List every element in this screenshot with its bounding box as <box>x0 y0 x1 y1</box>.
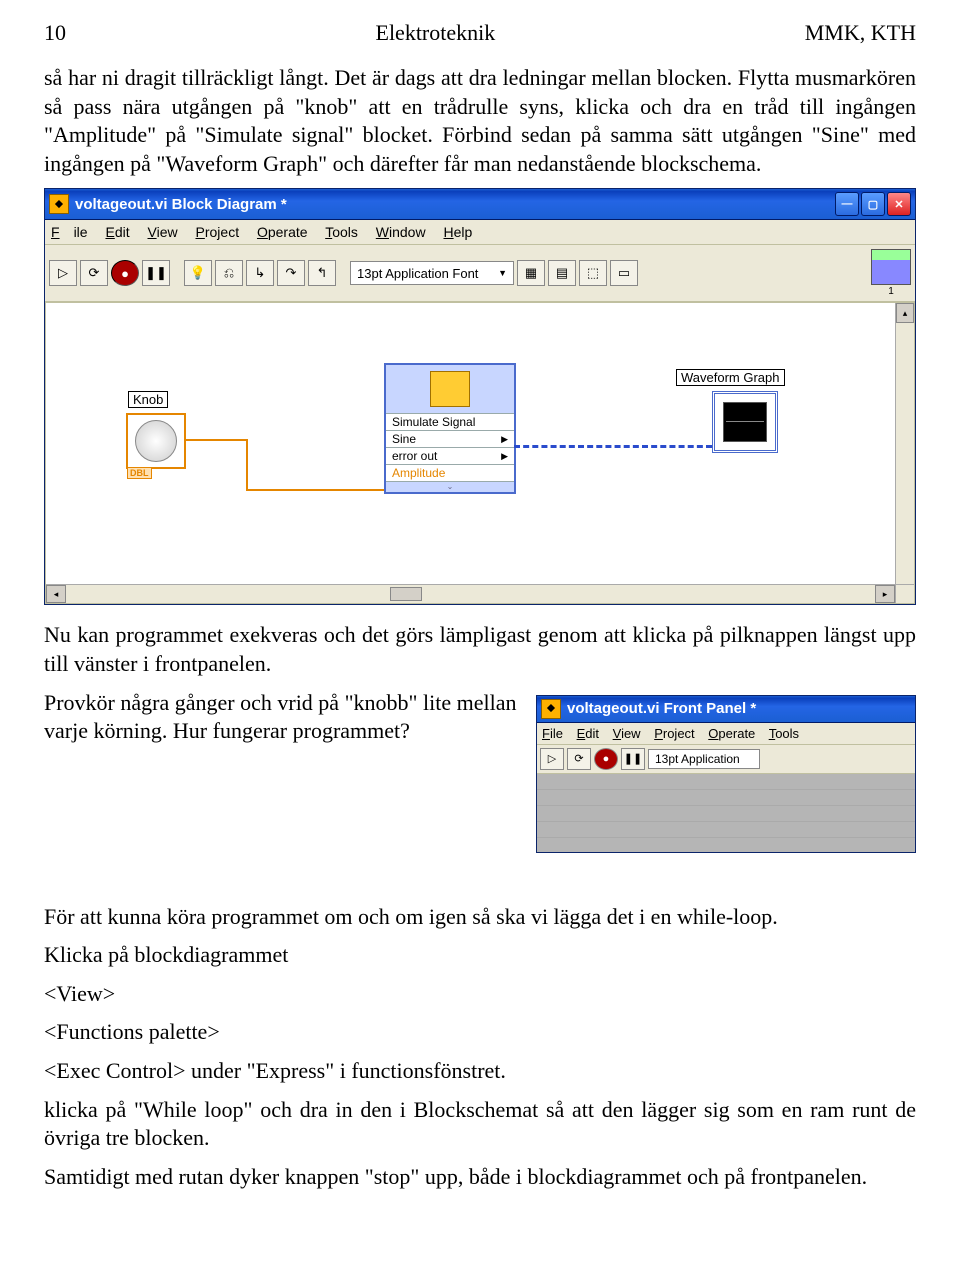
menu-bar: File Edit View Project Operate Tools Win… <box>45 220 915 245</box>
knob-terminal[interactable]: Knob DBL <box>126 413 186 469</box>
wire-amplitude <box>184 439 248 441</box>
scroll-up-icon[interactable]: ▴ <box>896 303 914 323</box>
titlebar-2[interactable]: ⬥ voltageout.vi Front Panel * <box>537 696 915 723</box>
knob-icon <box>135 420 177 462</box>
page-header: 10 Elektroteknik MMK, KTH <box>44 20 916 46</box>
window-title-2: voltageout.vi Front Panel * <box>567 700 911 717</box>
abort-button[interactable]: ● <box>111 260 139 286</box>
run-continuous-2[interactable]: ⟳ <box>567 748 591 770</box>
front-panel-window: ⬥ voltageout.vi Front Panel * File Edit … <box>536 695 916 853</box>
simulate-signal-title: Simulate Signal <box>386 413 514 430</box>
menu-window[interactable]: Window <box>376 224 426 240</box>
scroll-left-icon[interactable]: ◂ <box>46 585 66 603</box>
minimize-button[interactable]: — <box>835 192 859 216</box>
scroll-thumb[interactable] <box>390 587 422 601</box>
step-into-button[interactable]: ↳ <box>246 260 274 286</box>
knob-label: Knob <box>128 391 168 408</box>
reorder-button[interactable]: ▭ <box>610 260 638 286</box>
simulate-signal-icon <box>430 371 470 407</box>
menu2-project[interactable]: Project <box>654 726 694 741</box>
scroll-right-icon[interactable]: ▸ <box>875 585 895 603</box>
menu-step-view: <View> <box>44 980 916 1009</box>
header-affil: MMK, KTH <box>805 20 916 46</box>
menu2-view[interactable]: View <box>613 726 641 741</box>
toolbar: ▷ ⟳ ● ❚❚ 💡 ⎌ ↳ ↷ ↰ 13pt Application Font… <box>45 245 915 302</box>
wire-amplitude-v <box>246 439 248 489</box>
toolbar-2: ▷ ⟳ ● ❚❚ 13pt Application <box>537 745 915 774</box>
run-button-2[interactable]: ▷ <box>540 748 564 770</box>
resize-button[interactable]: ⬚ <box>579 260 607 286</box>
vertical-scrollbar[interactable]: ▴ <box>895 303 914 585</box>
menu-tools[interactable]: Tools <box>325 224 358 240</box>
sim-in-amplitude[interactable]: Amplitude <box>386 464 514 481</box>
paragraph-4: För att kunna köra programmet om och om … <box>44 903 916 932</box>
pause-button-2[interactable]: ❚❚ <box>621 748 645 770</box>
paragraph-2: Nu kan programmet exekveras och det görs… <box>44 621 916 678</box>
retain-button[interactable]: ⎌ <box>215 260 243 286</box>
resize-grip-icon[interactable] <box>895 585 914 603</box>
run-continuous-button[interactable]: ⟳ <box>80 260 108 286</box>
menu2-operate[interactable]: Operate <box>708 726 755 741</box>
menu2-tools[interactable]: Tools <box>769 726 799 741</box>
knob-dbl-tag: DBL <box>127 467 152 479</box>
menu-view[interactable]: View <box>148 224 178 240</box>
menu-step-while: klicka på "While loop" och dra in den i … <box>44 1096 916 1153</box>
font-selector[interactable]: 13pt Application Font▼ <box>350 261 514 285</box>
waveform-graph-terminal[interactable]: Waveform Graph <box>712 391 778 453</box>
block-diagram-canvas[interactable]: Knob DBL Simulate Signal Sine▶ error out… <box>45 302 915 604</box>
paragraph-6: Samtidigt med rutan dyker knappen "stop"… <box>44 1163 916 1192</box>
front-panel-grid[interactable] <box>537 774 915 852</box>
menu2-edit[interactable]: Edit <box>577 726 599 741</box>
titlebar[interactable]: ⬥ voltageout.vi Block Diagram * — ▢ ✕ <box>45 189 915 220</box>
horizontal-scrollbar[interactable]: ◂ ▸ <box>46 584 914 603</box>
step-over-button[interactable]: ↷ <box>277 260 305 286</box>
wire-sine <box>514 445 712 448</box>
menu-edit[interactable]: Edit <box>105 224 129 240</box>
header-title: Elektroteknik <box>376 20 496 46</box>
menu-bar-2: File Edit View Project Operate Tools <box>537 723 915 745</box>
distribute-button[interactable]: ▤ <box>548 260 576 286</box>
sim-out-sine[interactable]: Sine▶ <box>386 430 514 447</box>
window-title: voltageout.vi Block Diagram * <box>75 196 835 213</box>
simulate-signal-node[interactable]: Simulate Signal Sine▶ error out▶ Amplitu… <box>384 363 516 494</box>
wire-amplitude-2 <box>246 489 384 491</box>
menu-step-exec: <Exec Control> under "Express" i functio… <box>44 1057 916 1086</box>
menu-step-functions: <Functions palette> <box>44 1018 916 1047</box>
vi-connector-icon <box>871 249 911 285</box>
menu-operate[interactable]: Operate <box>257 224 308 240</box>
pause-button[interactable]: ❚❚ <box>142 260 170 286</box>
block-diagram-window: ⬥ voltageout.vi Block Diagram * — ▢ ✕ Fi… <box>44 188 916 605</box>
menu2-file[interactable]: File <box>542 726 563 741</box>
maximize-button[interactable]: ▢ <box>861 192 885 216</box>
vi-icon-pane[interactable]: 1 <box>871 249 911 297</box>
highlight-button[interactable]: 💡 <box>184 260 212 286</box>
menu-help[interactable]: Help <box>443 224 472 240</box>
paragraph-1: så har ni dragit tillräckligt långt. Det… <box>44 64 916 178</box>
sim-out-error[interactable]: error out▶ <box>386 447 514 464</box>
waveform-graph-label: Waveform Graph <box>676 369 785 386</box>
labview-icon-2: ⬥ <box>541 699 561 719</box>
sim-expand-handle[interactable]: ⌄ <box>386 481 514 492</box>
font-selector-2[interactable]: 13pt Application <box>648 749 760 769</box>
run-button[interactable]: ▷ <box>49 260 77 286</box>
paragraph-5: Klicka på blockdiagrammet <box>44 941 916 970</box>
menu-project[interactable]: Project <box>196 224 240 240</box>
step-out-button[interactable]: ↰ <box>308 260 336 286</box>
close-button[interactable]: ✕ <box>887 192 911 216</box>
abort-button-2[interactable]: ● <box>594 748 618 770</box>
align-button[interactable]: ▦ <box>517 260 545 286</box>
menu-file[interactable]: File <box>51 224 88 240</box>
labview-icon: ⬥ <box>49 194 69 214</box>
waveform-graph-icon <box>723 402 767 442</box>
page-number: 10 <box>44 20 66 46</box>
